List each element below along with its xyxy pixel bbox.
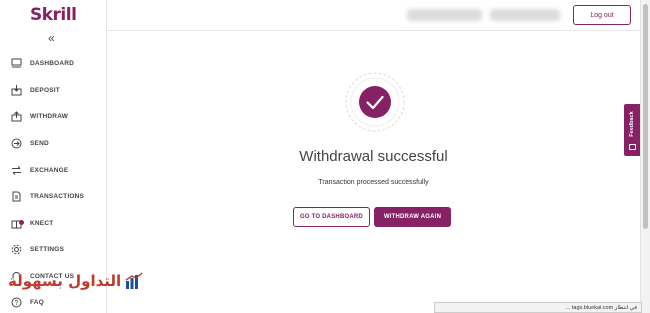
- scrollbar-thumb[interactable]: [643, 4, 648, 229]
- sidebar-item-faq[interactable]: ? FAQ: [10, 292, 105, 312]
- browser-status-bar: في انتظار tags.bluekai.com ...: [434, 302, 642, 313]
- go-to-dashboard-button[interactable]: GO TO DASHBOARD: [293, 207, 370, 227]
- sidebar: Skrill « DASHBOARD DEPOSIT WITHDRAW SEND…: [0, 0, 107, 313]
- feedback-tab[interactable]: Feedback: [624, 104, 640, 156]
- sidebar-item-withdraw[interactable]: WITHDRAW: [10, 106, 105, 126]
- withdraw-again-button[interactable]: WITHDRAW AGAIN: [374, 207, 451, 227]
- main-content: Withdrawal successful Transaction proces…: [107, 31, 640, 313]
- transactions-icon: [10, 190, 22, 202]
- sidebar-item-label: EXCHANGE: [30, 166, 69, 174]
- success-check-icon: [345, 72, 405, 132]
- dashboard-icon: [10, 57, 22, 69]
- help-icon: ?: [10, 296, 22, 308]
- knect-icon: [10, 217, 24, 229]
- sidebar-item-label: DASHBOARD: [30, 59, 75, 67]
- sidebar-item-transactions[interactable]: TRANSACTIONS: [10, 186, 105, 206]
- watermark-chart-icon: [125, 272, 143, 289]
- skrill-logo[interactable]: Skrill: [30, 5, 77, 25]
- logout-button[interactable]: Log out: [573, 5, 631, 25]
- status-message: Transaction processed successfully: [318, 179, 429, 186]
- watermark-text: التداول بسهولة: [8, 272, 122, 290]
- account-balance-redacted: [490, 9, 560, 21]
- sidebar-item-label: FAQ: [30, 298, 44, 306]
- settings-icon: [10, 243, 22, 255]
- sidebar-item-dashboard[interactable]: DASHBOARD: [10, 53, 105, 73]
- svg-text:?: ?: [14, 300, 18, 307]
- sidebar-item-settings[interactable]: SETTINGS: [10, 239, 105, 259]
- sidebar-item-label: TRANSACTIONS: [30, 192, 85, 200]
- sidebar-item-label: SEND: [30, 139, 49, 147]
- sidebar-item-label: WITHDRAW: [30, 112, 69, 120]
- top-header: Log out: [107, 0, 640, 31]
- sidebar-item-label: DEPOSIT: [30, 86, 60, 94]
- sidebar-item-deposit[interactable]: DEPOSIT: [10, 80, 105, 100]
- page-title: Withdrawal successful: [299, 148, 448, 165]
- watermark: التداول بسهولة: [8, 272, 143, 290]
- exchange-icon: [10, 164, 22, 176]
- feedback-label: Feedback: [629, 111, 635, 137]
- account-info-redacted: [407, 9, 482, 21]
- collapse-sidebar-icon[interactable]: «: [48, 31, 55, 45]
- send-icon: [10, 137, 22, 149]
- sidebar-item-knect[interactable]: KNECT: [10, 213, 105, 233]
- feedback-icon: [629, 144, 636, 150]
- notification-dot: [19, 220, 24, 225]
- sidebar-item-label: KNECT: [30, 219, 54, 227]
- scrollbar[interactable]: [640, 0, 650, 313]
- withdraw-icon: [10, 110, 22, 122]
- sidebar-item-exchange[interactable]: EXCHANGE: [10, 160, 105, 180]
- sidebar-item-label: SETTINGS: [30, 245, 65, 253]
- sidebar-item-send[interactable]: SEND: [10, 133, 105, 153]
- deposit-icon: [10, 84, 22, 96]
